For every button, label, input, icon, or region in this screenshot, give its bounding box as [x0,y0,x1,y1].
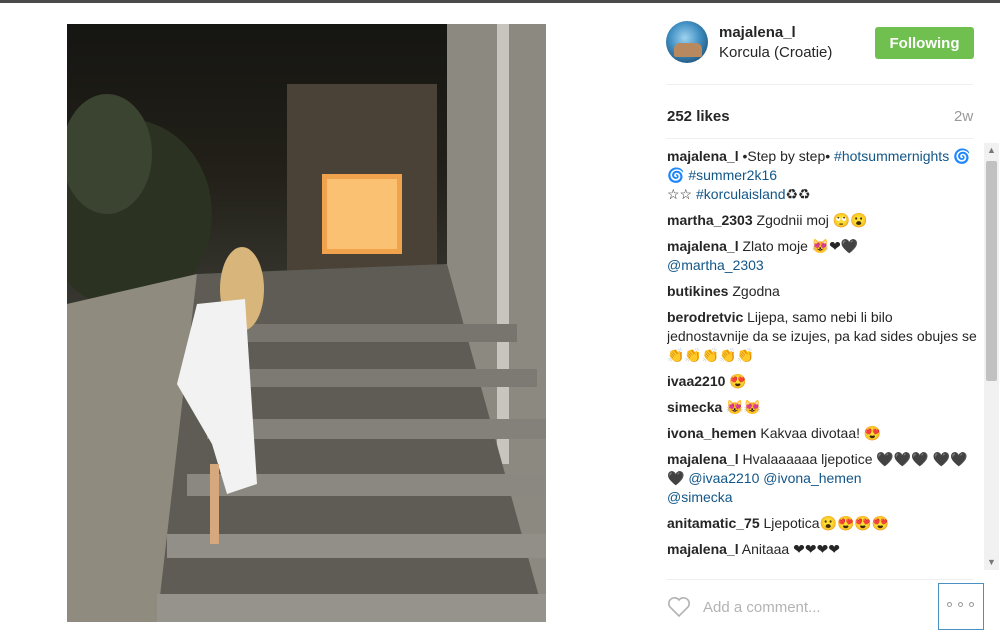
hashtag-link[interactable]: #korculaisland [696,186,786,202]
post-location[interactable]: Korcula (Croatie) [719,44,832,61]
comment-text: 😍 [729,373,747,389]
mention-link[interactable]: @martha_2303 [667,257,764,273]
emoji: ☆☆ [667,186,693,202]
hashtag-link[interactable]: #summer2k16 [688,167,777,183]
comment-username[interactable]: simecka [667,399,722,415]
comment-text: Ljepotica😮😍😍😍 [763,515,890,531]
comment-item: berodretvic Lijepa, samo nebi li bilo je… [667,308,977,365]
likes-divider [666,138,973,139]
comment-text: Zgodnii moj 🙄😮 [756,212,868,228]
mention-link[interactable]: @ivona_hemen [763,470,861,486]
add-comment-input[interactable] [703,596,923,618]
comment-username[interactable]: butikines [667,283,728,299]
scroll-down-arrow-icon[interactable]: ▼ [984,555,999,570]
comment-username[interactable]: majalena_l [667,148,739,164]
more-options-button[interactable]: ∘∘∘ [938,583,984,630]
comment-text: Kakvaa divotaa! 😍 [760,425,882,441]
comment-username[interactable]: ivaa2210 [667,373,725,389]
comment-username[interactable]: majalena_l [667,541,739,557]
comment-text: 😻😻 [726,399,762,415]
photo-scene [67,24,546,622]
comment-text: Anitaaa ❤❤❤❤ [741,541,841,557]
comment-username[interactable]: ivona_hemen [667,425,756,441]
comment-username[interactable]: majalena_l [667,238,739,254]
comment-username[interactable]: berodretvic [667,309,743,325]
comments-scrollbar[interactable]: ▲ ▼ [984,143,999,570]
post-photo[interactable] [67,24,546,622]
mention-link[interactable]: @ivaa2210 [688,470,759,486]
comment-username[interactable]: anitamatic_75 [667,515,760,531]
comment-item: martha_2303 Zgodnii moj 🙄😮 [667,211,977,230]
comment-item: majalena_l •Step by step• #hotsummernigh… [667,147,977,204]
following-button[interactable]: Following [875,27,974,59]
hashtag-link[interactable]: #hotsummernights [834,148,949,164]
heart-icon[interactable] [667,596,691,618]
comment-text: Zlato moje 😻❤🖤 [742,238,859,254]
comment-item: anitamatic_75 Ljepotica😮😍😍😍 [667,514,977,533]
comment-item: majalena_l Hvalaaaaaa ljepotice 🖤🖤🖤 🖤🖤🖤 … [667,450,977,507]
comment-item: ivona_hemen Kakvaa divotaa! 😍 [667,424,977,443]
scroll-thumb[interactable] [986,161,997,381]
top-edge-bar [0,0,1000,3]
scroll-up-arrow-icon[interactable]: ▲ [984,143,999,158]
comment-box-divider [666,579,973,580]
header-divider [666,84,973,85]
mention-link[interactable]: @simecka [667,489,733,505]
comment-username[interactable]: martha_2303 [667,212,753,228]
post-age[interactable]: 2w [954,108,973,125]
comment-item: simecka 😻😻 [667,398,977,417]
emoji: ♻♻ [785,186,811,202]
post-username[interactable]: majalena_l [719,24,796,41]
comment-text: Zgodna [732,283,780,299]
comments-list: majalena_l •Step by step• #hotsummernigh… [667,147,977,570]
comment-item: majalena_l Zlato moje 😻❤🖤 @martha_2303 [667,237,977,275]
comment-text: •Step by step• [738,148,835,164]
comment-item: ivaa2210 😍 [667,372,977,391]
comment-username[interactable]: majalena_l [667,451,739,467]
comment-item: majalena_l Anitaaa ❤❤❤❤ [667,540,977,559]
comment-item: butikines Zgodna [667,282,977,301]
user-avatar[interactable] [666,21,708,63]
likes-count[interactable]: 252 likes [667,108,730,125]
